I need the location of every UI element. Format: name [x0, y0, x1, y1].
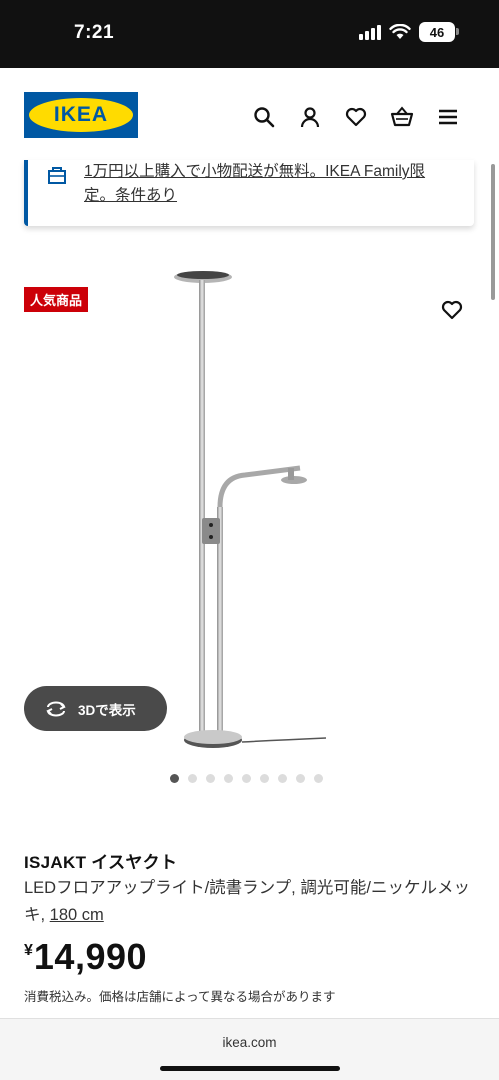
product-price: ¥ 14,990	[24, 936, 147, 978]
heart-icon[interactable]	[341, 102, 371, 132]
browser-url-bar[interactable]: ikea.com	[0, 1018, 499, 1080]
gallery-dot[interactable]	[206, 774, 215, 783]
battery-indicator: 46	[419, 22, 459, 42]
price-value: 14,990	[33, 936, 148, 977]
cellular-signal-icon	[359, 24, 381, 40]
view-3d-button[interactable]: 3Dで表示	[24, 686, 167, 731]
promo-banner[interactable]: 1万円以上購入で小物配送が無料。IKEA Family限定。条件あり	[24, 160, 474, 226]
search-icon[interactable]	[249, 102, 279, 132]
user-icon[interactable]	[295, 102, 325, 132]
price-currency: ¥	[24, 942, 33, 959]
rotate-3d-icon	[46, 701, 66, 716]
home-indicator[interactable]	[160, 1066, 340, 1071]
gallery-dot[interactable]	[224, 774, 233, 783]
page-scrollbar[interactable]	[491, 164, 495, 300]
tax-note: 消費税込み。価格は店舗によって異なる場合があります	[24, 990, 336, 1004]
basket-icon[interactable]	[387, 102, 417, 132]
gallery-dot[interactable]	[278, 774, 287, 783]
menu-icon[interactable]	[433, 102, 463, 132]
product-image[interactable]	[160, 262, 340, 762]
gallery-dot[interactable]	[314, 774, 323, 783]
status-bar: 7:21 46	[0, 0, 499, 68]
status-icons: 46	[359, 22, 459, 42]
url-text[interactable]: ikea.com	[0, 1035, 499, 1050]
product-name: ISJAKT イスヤクト	[24, 853, 178, 872]
gallery-dot[interactable]	[188, 774, 197, 783]
product-size-link[interactable]: 180 cm	[50, 906, 104, 924]
shop-icon	[46, 164, 68, 191]
logo-text: IKEA	[29, 98, 133, 132]
ikea-logo[interactable]: IKEA	[24, 92, 138, 138]
gallery-pagination	[170, 774, 323, 783]
wifi-icon	[389, 24, 411, 39]
gallery-dot[interactable]	[242, 774, 251, 783]
popular-badge: 人気商品	[24, 287, 89, 312]
view-3d-label: 3Dで表示	[78, 702, 136, 718]
header-icons	[249, 102, 463, 132]
promo-banner-text[interactable]: 1万円以上購入で小物配送が無料。IKEA Family限定。条件あり	[84, 160, 454, 208]
heart-icon	[441, 300, 463, 320]
gallery-dot[interactable]	[296, 774, 305, 783]
favorite-button[interactable]	[438, 296, 466, 324]
gallery-dot[interactable]	[260, 774, 269, 783]
status-time: 7:21	[74, 22, 115, 43]
site-header: IKEA	[0, 68, 499, 300]
product-description: LEDフロアアップライト/読書ランプ, 調光可能/ニッケルメッキ, 180 cm	[24, 875, 484, 929]
gallery-dot[interactable]	[170, 774, 179, 783]
